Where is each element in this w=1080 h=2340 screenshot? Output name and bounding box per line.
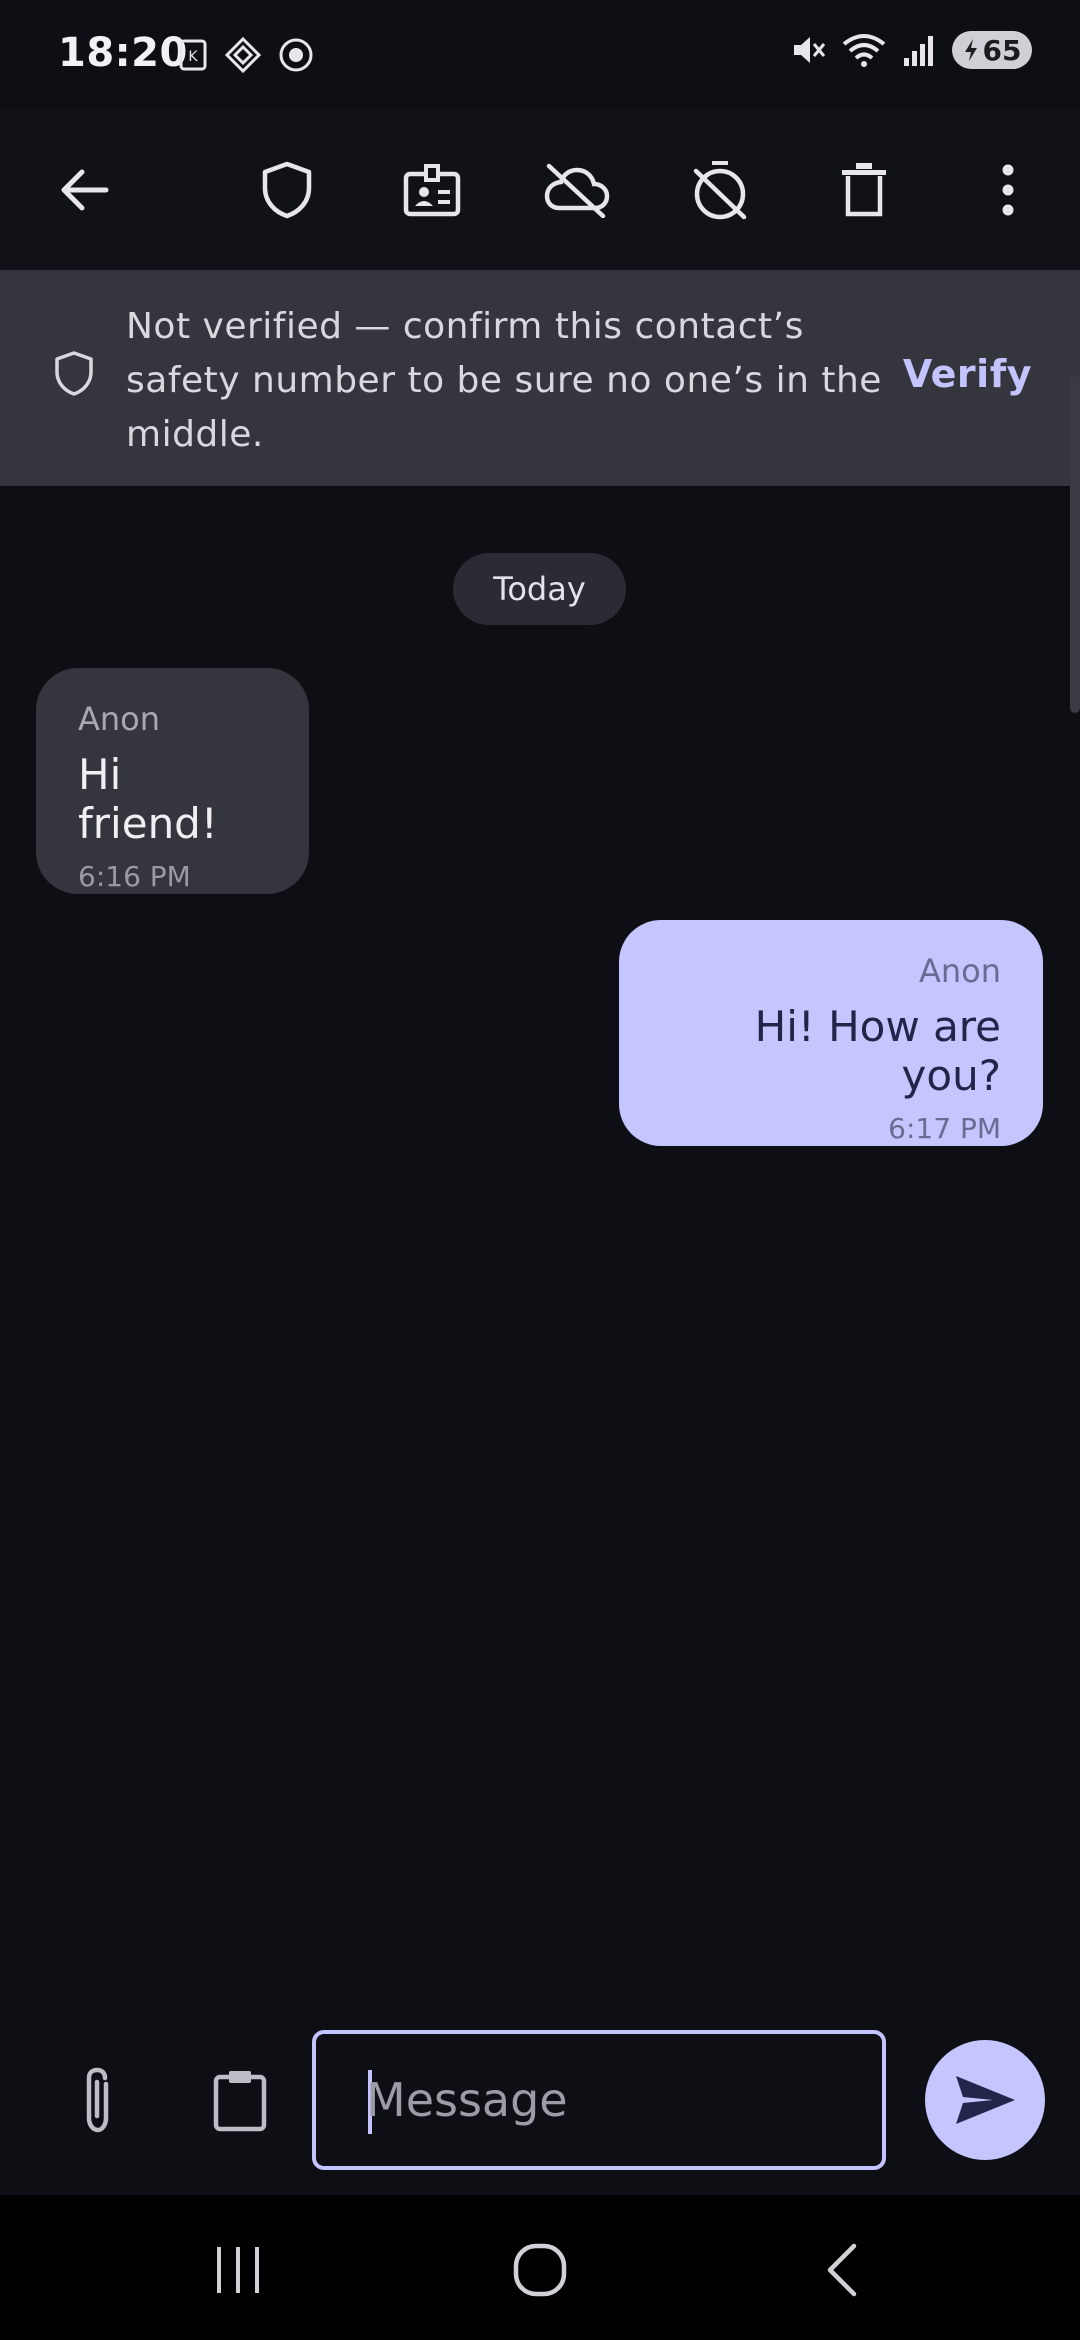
recent-apps-button[interactable] xyxy=(193,2235,283,2305)
verification-banner: Not verified — confirm this contact’s sa… xyxy=(0,270,1080,486)
contact-info-button[interactable] xyxy=(392,150,472,230)
scrollbar[interactable] xyxy=(1070,375,1080,713)
send-icon xyxy=(956,2076,1015,2124)
banner-text: Not verified — confirm this contact’s sa… xyxy=(126,306,882,455)
composer xyxy=(0,2000,1080,2195)
attach-button[interactable] xyxy=(58,2060,138,2140)
battery-charging-icon: 65 xyxy=(952,31,1032,69)
date-chip: Today xyxy=(453,553,626,625)
trash-icon xyxy=(842,163,886,217)
clipboard-icon xyxy=(213,2071,267,2132)
back-arrow-icon xyxy=(61,169,109,211)
paste-button[interactable] xyxy=(200,2060,280,2140)
mute-icon xyxy=(788,30,828,70)
message-sender: Anon xyxy=(78,700,161,738)
status-bar: 18:20 K 65 xyxy=(0,0,1080,110)
more-vert-icon xyxy=(1002,164,1014,216)
status-app-icons: K xyxy=(178,36,314,74)
nav-back-button[interactable] xyxy=(797,2235,887,2305)
send-button[interactable] xyxy=(925,2040,1045,2160)
home-button[interactable] xyxy=(495,2235,585,2305)
message-time: 6:17 PM xyxy=(888,1112,1001,1145)
message-bubble-incoming[interactable]: Anon Hi friend! 6:16 PM xyxy=(36,668,309,894)
message-bubble-outgoing[interactable]: Anon Hi! How are you? 6:17 PM xyxy=(619,920,1043,1146)
message-input[interactable] xyxy=(366,2034,866,2166)
paperclip-icon xyxy=(86,2067,109,2133)
cloud-off-icon xyxy=(544,163,610,218)
svg-text:K: K xyxy=(188,49,198,65)
conversation-toolbar xyxy=(0,110,1080,270)
verify-shield-button[interactable] xyxy=(247,150,327,230)
recents-icon xyxy=(217,2247,259,2293)
home-circle-icon xyxy=(513,2243,567,2297)
wifi-icon xyxy=(840,30,888,70)
message-input-box[interactable] xyxy=(312,2030,886,2170)
message-text: Hi! How are you? xyxy=(754,1002,1001,1100)
more-options-button[interactable] xyxy=(968,150,1048,230)
nav-back-icon xyxy=(827,2243,857,2297)
diamond-app-icon xyxy=(224,36,262,74)
contact-card-icon xyxy=(403,164,461,217)
status-system-icons: 65 xyxy=(788,30,1032,70)
timer-off-icon xyxy=(693,161,747,220)
disable-backup-button[interactable] xyxy=(536,150,616,230)
system-nav-bar xyxy=(0,2195,1080,2340)
message-time: 6:16 PM xyxy=(78,860,191,893)
delete-conversation-button[interactable] xyxy=(824,150,904,230)
battery-level: 65 xyxy=(982,33,1022,67)
face-app-icon xyxy=(278,37,314,73)
status-time: 18:20 xyxy=(58,30,188,76)
signal-icon xyxy=(900,30,940,70)
back-button[interactable] xyxy=(44,150,124,230)
disappearing-timer-button[interactable] xyxy=(680,150,760,230)
message-text: Hi friend! xyxy=(78,750,218,848)
verify-button[interactable]: Verify xyxy=(903,352,1032,396)
shield-icon xyxy=(262,161,312,219)
message-sender: Anon xyxy=(918,952,1001,990)
banner-shield-icon xyxy=(52,350,96,398)
k-app-icon: K xyxy=(178,38,208,72)
